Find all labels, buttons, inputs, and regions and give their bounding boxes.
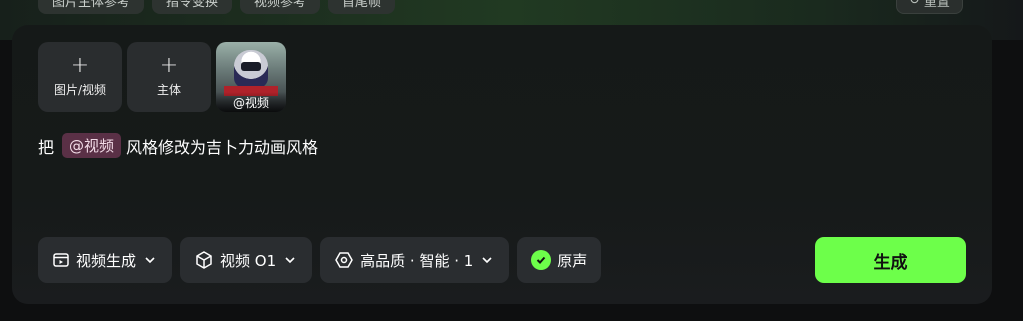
check-circle-icon (531, 250, 552, 270)
quality-label: 高品质 · 智能 · 1 (360, 251, 474, 270)
attachment-row: + 图片/视频 + 主体 @视频 (38, 42, 286, 112)
plus-icon: + (159, 52, 179, 78)
chip-first-last-frame[interactable]: 首尾帧 (328, 0, 396, 14)
plus-icon: + (70, 52, 90, 78)
quality-dropdown[interactable]: 高品质 · 智能 · 1 (320, 237, 510, 283)
refresh-icon: ↻ (909, 0, 920, 8)
chip-video-reference[interactable]: 视频参考 (240, 0, 321, 14)
generate-button[interactable]: 生成 (815, 237, 966, 283)
top-chip-bar: 图片主体参考 指令变换 视频参考 首尾帧 (38, 0, 396, 14)
chevron-down-icon (282, 252, 298, 268)
options-toolbar: 视频生成 视频 O1 高品质 · 智能 · 1 原声 (38, 237, 602, 283)
cube-icon (194, 250, 214, 270)
helmet-visor (241, 62, 261, 71)
video-caption: @视频 (216, 92, 286, 112)
composer-panel: + 图片/视频 + 主体 @视频 把 @视频 风格修改为吉卜力动画风格 视频生成… (12, 25, 992, 304)
model-dropdown[interactable]: 视频 O1 (180, 237, 313, 283)
add-media-button[interactable]: + 图片/视频 (38, 42, 122, 112)
video-clip-icon (52, 251, 70, 269)
chevron-down-icon (142, 252, 158, 268)
mention-tag[interactable]: @视频 (62, 133, 122, 158)
add-subject-button[interactable]: + 主体 (127, 42, 211, 112)
add-subject-label: 主体 (156, 82, 181, 97)
add-media-label: 图片/视频 (53, 82, 107, 97)
chip-image-subject-reference[interactable]: 图片主体参考 (38, 0, 145, 14)
original-audio-toggle[interactable]: 原声 (517, 237, 602, 283)
reset-label: 重置 (923, 0, 950, 10)
reset-button[interactable]: ↻ 重置 (896, 0, 963, 14)
mode-dropdown[interactable]: 视频生成 (38, 237, 173, 283)
hexagon-icon (334, 250, 354, 270)
audio-label: 原声 (557, 251, 588, 270)
mode-label: 视频生成 (76, 251, 137, 270)
prompt-input[interactable]: 把 @视频 风格修改为吉卜力动画风格 (38, 133, 318, 158)
video-thumbnail[interactable]: @视频 (216, 42, 286, 112)
chevron-down-icon (479, 252, 495, 268)
chip-instruction-transform[interactable]: 指令变换 (152, 0, 233, 14)
prompt-suffix: 风格修改为吉卜力动画风格 (126, 137, 319, 157)
prompt-prefix: 把 (38, 137, 55, 157)
model-label: 视频 O1 (220, 251, 277, 270)
